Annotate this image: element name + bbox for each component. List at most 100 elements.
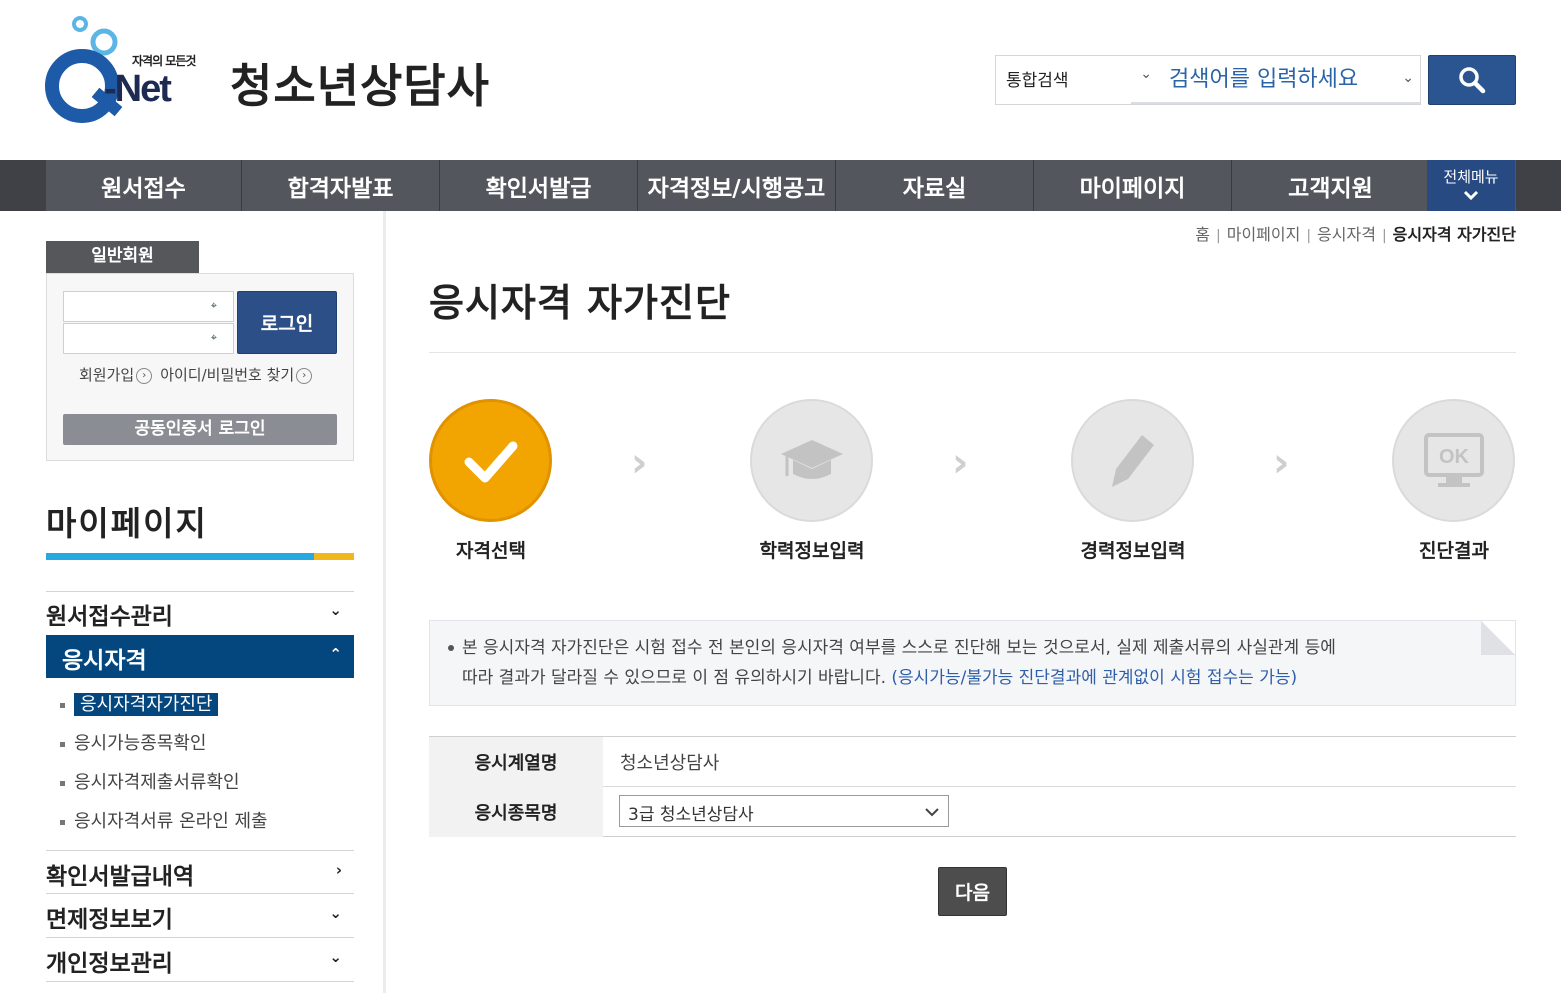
breadcrumb: 홈 | 마이페이지 | 응시자격 | 응시자격 자가진단 [1195,221,1516,245]
eligibility-form-table: 응시계열명 청소년상담사 응시종목명 3급 청소년상담사 [429,736,1516,837]
password-field[interactable]: ⌖ [63,323,234,354]
login-links: 회원가입 › 아이디/비밀번호 찾기 › [79,364,320,385]
search-box: 통합검색 ⌄ ⌄ [995,55,1421,105]
chevron-down-icon: ⌄ [329,601,342,619]
nav-item-support[interactable]: 고객지원 [1232,160,1430,211]
nav-item-certificate[interactable]: 확인서발급 [440,160,638,211]
bullet-icon [448,645,454,651]
step-3-circle [1071,399,1194,522]
step-4-circle: OK [1392,399,1515,522]
header: 자격의 모든것 -Net 청소년상담사 통합검색 ⌄ ⌄ [0,0,1561,160]
chevron-right-icon[interactable]: › [136,367,153,384]
sidebar-item-label: 응시자격 [62,648,147,674]
table-row: 응시종목명 3급 청소년상담사 [429,787,1516,837]
page-fold-decoration [1481,621,1515,655]
login-box: ⌖ ⌖ 로그인 회원가입 › 아이디/비밀번호 찾기 › 공동인증서 로그인 [46,273,354,461]
nav-item-qualification-info[interactable]: 자격정보/시행공고 [638,160,836,211]
sidebar-item-label: 확인서발급내역 [46,864,195,890]
chevron-down-icon [925,808,939,817]
signup-link[interactable]: 회원가입 [79,366,134,384]
keypad-icon[interactable]: ⌖ [211,299,217,313]
sidebar-item-certificate-history[interactable]: 확인서발급내역 › [46,857,354,893]
sidebar-item-eligibility[interactable]: 응시자격 ⌃ [46,635,354,678]
sidebar-item-application-management[interactable]: 원서접수관리 ⌄ [46,597,354,633]
breadcrumb-mypage[interactable]: 마이페이지 [1227,225,1301,244]
site-title: 청소년상담사 [230,59,490,113]
subject-select-value: 3급 청소년상담사 [628,805,754,825]
sidebar-item-label: 원서접수관리 [46,604,173,630]
login-button[interactable]: 로그인 [237,291,337,354]
keypad-icon[interactable]: ⌖ [211,331,217,345]
step-2-circle [750,399,873,522]
notice-text-1: 본 응시자격 자가진단은 시험 접수 전 본인의 응시자격 여부를 스스로 진단… [462,638,1336,658]
submenu-self-diagnosis[interactable]: 응시자격자가진단 [60,690,219,716]
submenu-document-check[interactable]: 응시자격제출서류확인 [60,768,240,794]
global-nav: 원서접수 합격자발표 확인서발급 자격정보/시행공고 자료실 마이페이지 고객지… [0,160,1561,211]
title-divider [429,352,1516,353]
sidebar-item-label: 개인정보관리 [46,951,173,977]
logo-text: -Net [104,68,172,110]
step-4-label: 진단결과 [1419,540,1489,562]
field-value-series: 청소년상담사 [620,753,720,774]
bullet-icon [60,702,65,708]
sidebar-item-personal-info[interactable]: 개인정보관리 ⌄ [46,944,354,980]
pencil-icon [1111,434,1154,487]
breadcrumb-home[interactable]: 홈 [1195,225,1210,244]
chevron-right-icon[interactable]: › [296,367,313,384]
step-2-label: 학력정보입력 [759,540,865,562]
submenu-label: 응시자격제출서류확인 [74,772,240,793]
all-menu-button[interactable]: 전체메뉴 [1427,160,1515,211]
user-id-field[interactable]: ⌖ [63,291,234,322]
notice-text-2: 따라 결과가 달라질 수 있으므로 이 점 유의하시기 바랍니다. [462,668,886,688]
chevron-right-icon: › [1273,440,1290,486]
search-button[interactable] [1428,55,1516,105]
search-icon [1459,67,1486,94]
submenu-online-submission[interactable]: 응시자격서류 온라인 제출 [60,807,268,833]
notice-line-2: 따라 결과가 달라질 수 있으므로 이 점 유의하시기 바랍니다. (응시가능/… [448,663,1475,693]
step-1-circle [429,399,552,522]
chevron-down-icon[interactable]: ⌄ [1402,70,1414,86]
chevron-right-icon: › [952,440,969,486]
step-1-label: 자격선택 [456,540,526,562]
search-input[interactable] [1131,56,1420,104]
all-menu-label: 전체메뉴 [1443,168,1499,186]
step-3-label: 경력정보입력 [1080,540,1186,562]
menu-divider [46,850,354,851]
sidebar-title-underline [46,553,314,560]
next-button[interactable]: 다음 [938,867,1007,916]
nav-item-application[interactable]: 원서접수 [46,160,242,211]
find-account-link[interactable]: 아이디/비밀번호 찾기 [160,366,294,384]
menu-divider [46,981,354,982]
graduation-cap-icon [780,439,843,479]
cert-login-button[interactable]: 공동인증서 로그인 [63,414,337,445]
sidebar-item-label: 면제정보보기 [46,907,173,933]
chevron-down-icon: ⌄ [329,904,342,922]
notice-line-1: 본 응시자격 자가진단은 시험 접수 전 본인의 응시자격 여부를 스스로 진단… [448,633,1475,663]
breadcrumb-separator: | [1306,228,1312,244]
breadcrumb-separator: | [1381,228,1387,244]
field-label-series: 응시계열명 [429,737,603,787]
breadcrumb-eligibility[interactable]: 응시자격 [1317,225,1376,244]
field-label-subject: 응시종목명 [429,787,603,837]
menu-divider [46,591,354,592]
chevron-right-icon: › [335,861,342,879]
page-title: 응시자격 자가진단 [429,281,731,325]
chevron-down-icon: ⌄ [329,948,342,966]
submenu-label: 응시가능종목확인 [74,733,207,754]
nav-item-results[interactable]: 합격자발표 [242,160,440,211]
submenu-eligible-subjects[interactable]: 응시가능종목확인 [60,729,206,755]
menu-divider [46,893,354,894]
notice-highlight: (응시가능/불가능 진단결과에 관계없이 시험 접수는 가능) [891,668,1298,688]
bullet-icon [60,780,65,786]
sidebar-item-exemption-info[interactable]: 면제정보보기 ⌄ [46,900,354,936]
global-nav-bar: 원서접수 합격자발표 확인서발급 자격정보/시행공고 자료실 마이페이지 고객지… [46,160,1516,211]
sidebar-title-underline-accent [314,553,354,560]
subject-select[interactable]: 3급 청소년상담사 [619,795,949,827]
qnet-logo[interactable]: 자격의 모든것 -Net [44,14,209,126]
nav-item-library[interactable]: 자료실 [836,160,1034,211]
submenu-label: 응시자격자가진단 [74,693,219,716]
nav-item-mypage[interactable]: 마이페이지 [1034,160,1232,211]
sidebar-divider [383,211,386,993]
member-tab[interactable]: 일반회원 [46,241,199,273]
breadcrumb-separator: | [1216,228,1221,244]
